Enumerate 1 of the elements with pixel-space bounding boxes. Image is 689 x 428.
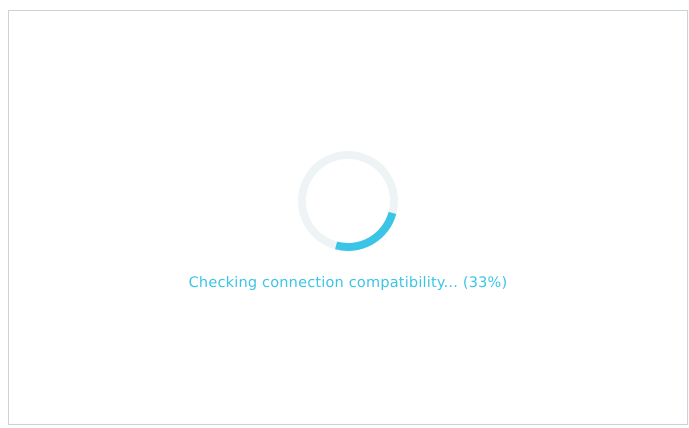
status-message: Checking connection compatibility... (33%) [188,274,508,293]
